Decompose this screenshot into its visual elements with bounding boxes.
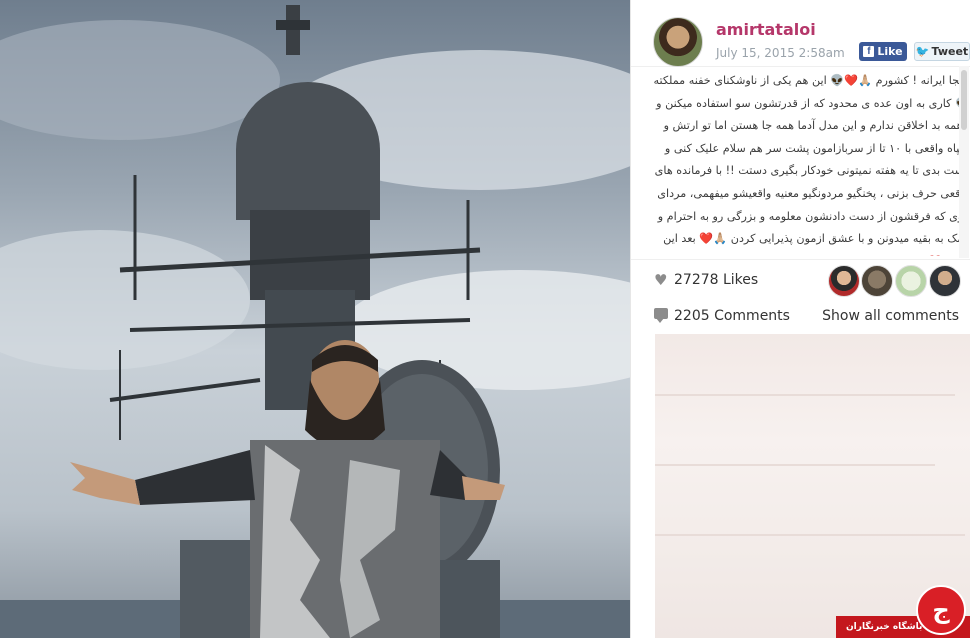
comments-row: 2205 Comments Show all comments xyxy=(631,300,970,332)
liker-avatar[interactable] xyxy=(828,265,860,297)
post-sidebar: amirtataloi July 15, 2015 2:58am f Like … xyxy=(630,0,970,638)
twitter-bird-icon: 🐦 xyxy=(915,45,930,58)
liker-avatar[interactable] xyxy=(895,265,927,297)
facebook-icon: f xyxy=(863,46,875,57)
heart-icon[interactable]: ♥ xyxy=(654,271,667,289)
caption-scrollbar[interactable] xyxy=(959,66,969,258)
post-date: July 15, 2015 2:58am xyxy=(716,46,845,60)
scrollbar-thumb[interactable] xyxy=(961,70,967,130)
news-agency-badge: باشگاه خبرنگاران ج xyxy=(836,585,970,638)
likes-count: 27278 Likes xyxy=(674,272,759,288)
badge-logo-icon: ج xyxy=(916,585,966,635)
username-link[interactable]: amirtataloi xyxy=(716,20,816,39)
tweet-label: Tweet xyxy=(931,45,969,58)
photo-illustration xyxy=(0,5,630,638)
avatar[interactable] xyxy=(653,17,703,67)
show-all-comments-link[interactable]: Show all comments xyxy=(822,308,959,324)
comments-count: 2205 Comments xyxy=(674,308,790,324)
facebook-like-button[interactable]: f Like xyxy=(859,42,907,61)
liker-avatar[interactable] xyxy=(929,265,961,297)
tweet-button[interactable]: 🐦 Tweet xyxy=(914,42,970,61)
liker-avatar[interactable] xyxy=(861,265,893,297)
post-photo xyxy=(0,0,630,638)
comment-bubble-icon xyxy=(654,308,668,323)
post-caption: اینجا ایرانه ! کشورم 🙏🏼❤️👽 این هم یکی از… xyxy=(653,74,969,256)
facebook-like-label: Like xyxy=(877,45,903,58)
likes-row: ♥ 27278 Likes xyxy=(631,259,970,300)
post-header: amirtataloi July 15, 2015 2:58am f Like … xyxy=(631,0,970,67)
